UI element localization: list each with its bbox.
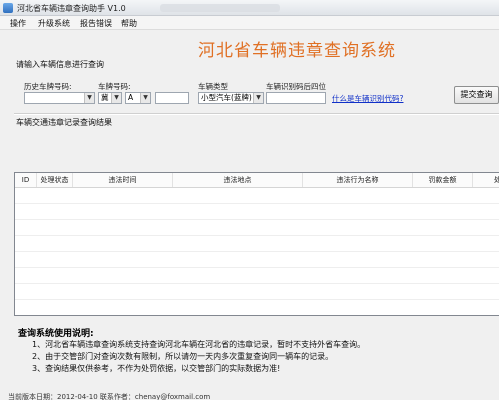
vehicle-type-value: 小型汽车(蓝牌)	[201, 93, 252, 102]
results-table[interactable]: ID 处理状态 违法时间 违法地点 违法行为名称 罚款金额 处	[14, 172, 499, 316]
menu-help[interactable]: 帮助	[121, 18, 137, 29]
instruction-line-3: 3、查询结果仅供参考，不作为处罚依据，以交管部门的实际数据为准!	[32, 364, 281, 373]
grid-row-line	[15, 235, 499, 236]
column-header-time[interactable]: 违法时间	[73, 173, 173, 187]
instruction-line-1: 1、河北省车辆违章查询系统支持查询河北车辆在河北省的违章记录，暂时不支持外省车查…	[32, 340, 366, 349]
instructions-title: 查询系统使用说明:	[18, 329, 94, 339]
plate-letter-select[interactable]: A ▼	[125, 92, 151, 104]
app-icon	[3, 3, 13, 13]
title-bar-blurred-area	[160, 4, 280, 12]
results-table-header: ID 处理状态 违法时间 违法地点 违法行为名称 罚款金额 处	[15, 173, 499, 188]
chevron-down-icon[interactable]: ▼	[84, 93, 94, 103]
vehicle-type-label: 车辆类型	[198, 82, 228, 91]
results-section-title: 车辆交通违章记录查询结果	[16, 118, 112, 127]
column-header-status[interactable]: 处理状态	[37, 173, 73, 187]
vehicle-type-select[interactable]: 小型汽车(蓝牌) ▼	[198, 92, 264, 104]
grid-row-line	[15, 299, 499, 300]
chevron-down-icon[interactable]: ▼	[253, 93, 263, 103]
vin-help-link[interactable]: 什么是车辆识别代码?	[332, 93, 403, 104]
status-bar: 当前版本日期：2012-04-10 联系作者：chenay@foxmail.co…	[8, 393, 211, 400]
plate-letter-value: A	[128, 93, 134, 102]
grid-row-line	[15, 203, 499, 204]
chevron-down-icon[interactable]: ▼	[111, 93, 121, 103]
menu-operate[interactable]: 操作	[10, 18, 26, 29]
column-header-fine[interactable]: 罚款金额	[413, 173, 473, 187]
history-plate-select[interactable]: ▼	[24, 92, 95, 104]
chevron-down-icon[interactable]: ▼	[140, 93, 150, 103]
plate-province-select[interactable]: 冀 ▼	[98, 92, 122, 104]
grid-row-line	[15, 219, 499, 220]
column-header-location[interactable]: 违法地点	[173, 173, 303, 187]
grid-row-line	[15, 267, 499, 268]
vin-label: 车辆识别码后四位	[266, 82, 326, 91]
query-section-title: 请输入车辆信息进行查询	[16, 60, 104, 69]
grid-row-line	[15, 251, 499, 252]
title-bar: 河北省车辆违章查询助手 V1.0	[0, 0, 499, 16]
submit-query-button[interactable]: 提交查询	[454, 86, 499, 104]
section-divider	[14, 113, 499, 115]
vin-input[interactable]	[266, 92, 326, 104]
plate-province-value: 冀	[101, 93, 109, 102]
app-window: 河北省车辆违章查询助手 V1.0 操作 升级系统 报告错误 帮助 河北省车辆违章…	[0, 0, 499, 400]
column-header-id[interactable]: ID	[15, 173, 37, 187]
plate-label: 车牌号码:	[98, 82, 131, 91]
menu-report-error[interactable]: 报告错误	[80, 18, 112, 29]
menu-bar: 操作 升级系统 报告错误 帮助	[0, 16, 499, 30]
plate-number-input[interactable]	[155, 92, 189, 104]
history-plate-label: 历史车牌号码:	[24, 82, 72, 91]
window-title: 河北省车辆违章查询助手 V1.0	[17, 4, 126, 13]
grid-row-line	[15, 283, 499, 284]
menu-upgrade[interactable]: 升级系统	[38, 18, 70, 29]
column-header-violation[interactable]: 违法行为名称	[303, 173, 413, 187]
banner-title: 河北省车辆违章查询系统	[198, 41, 396, 61]
instruction-line-2: 2、由于交管部门对查询次数有限制，所以请勿一天内多次重复查询同一辆车的记录。	[32, 352, 334, 361]
column-header-handle[interactable]: 处	[473, 173, 499, 187]
